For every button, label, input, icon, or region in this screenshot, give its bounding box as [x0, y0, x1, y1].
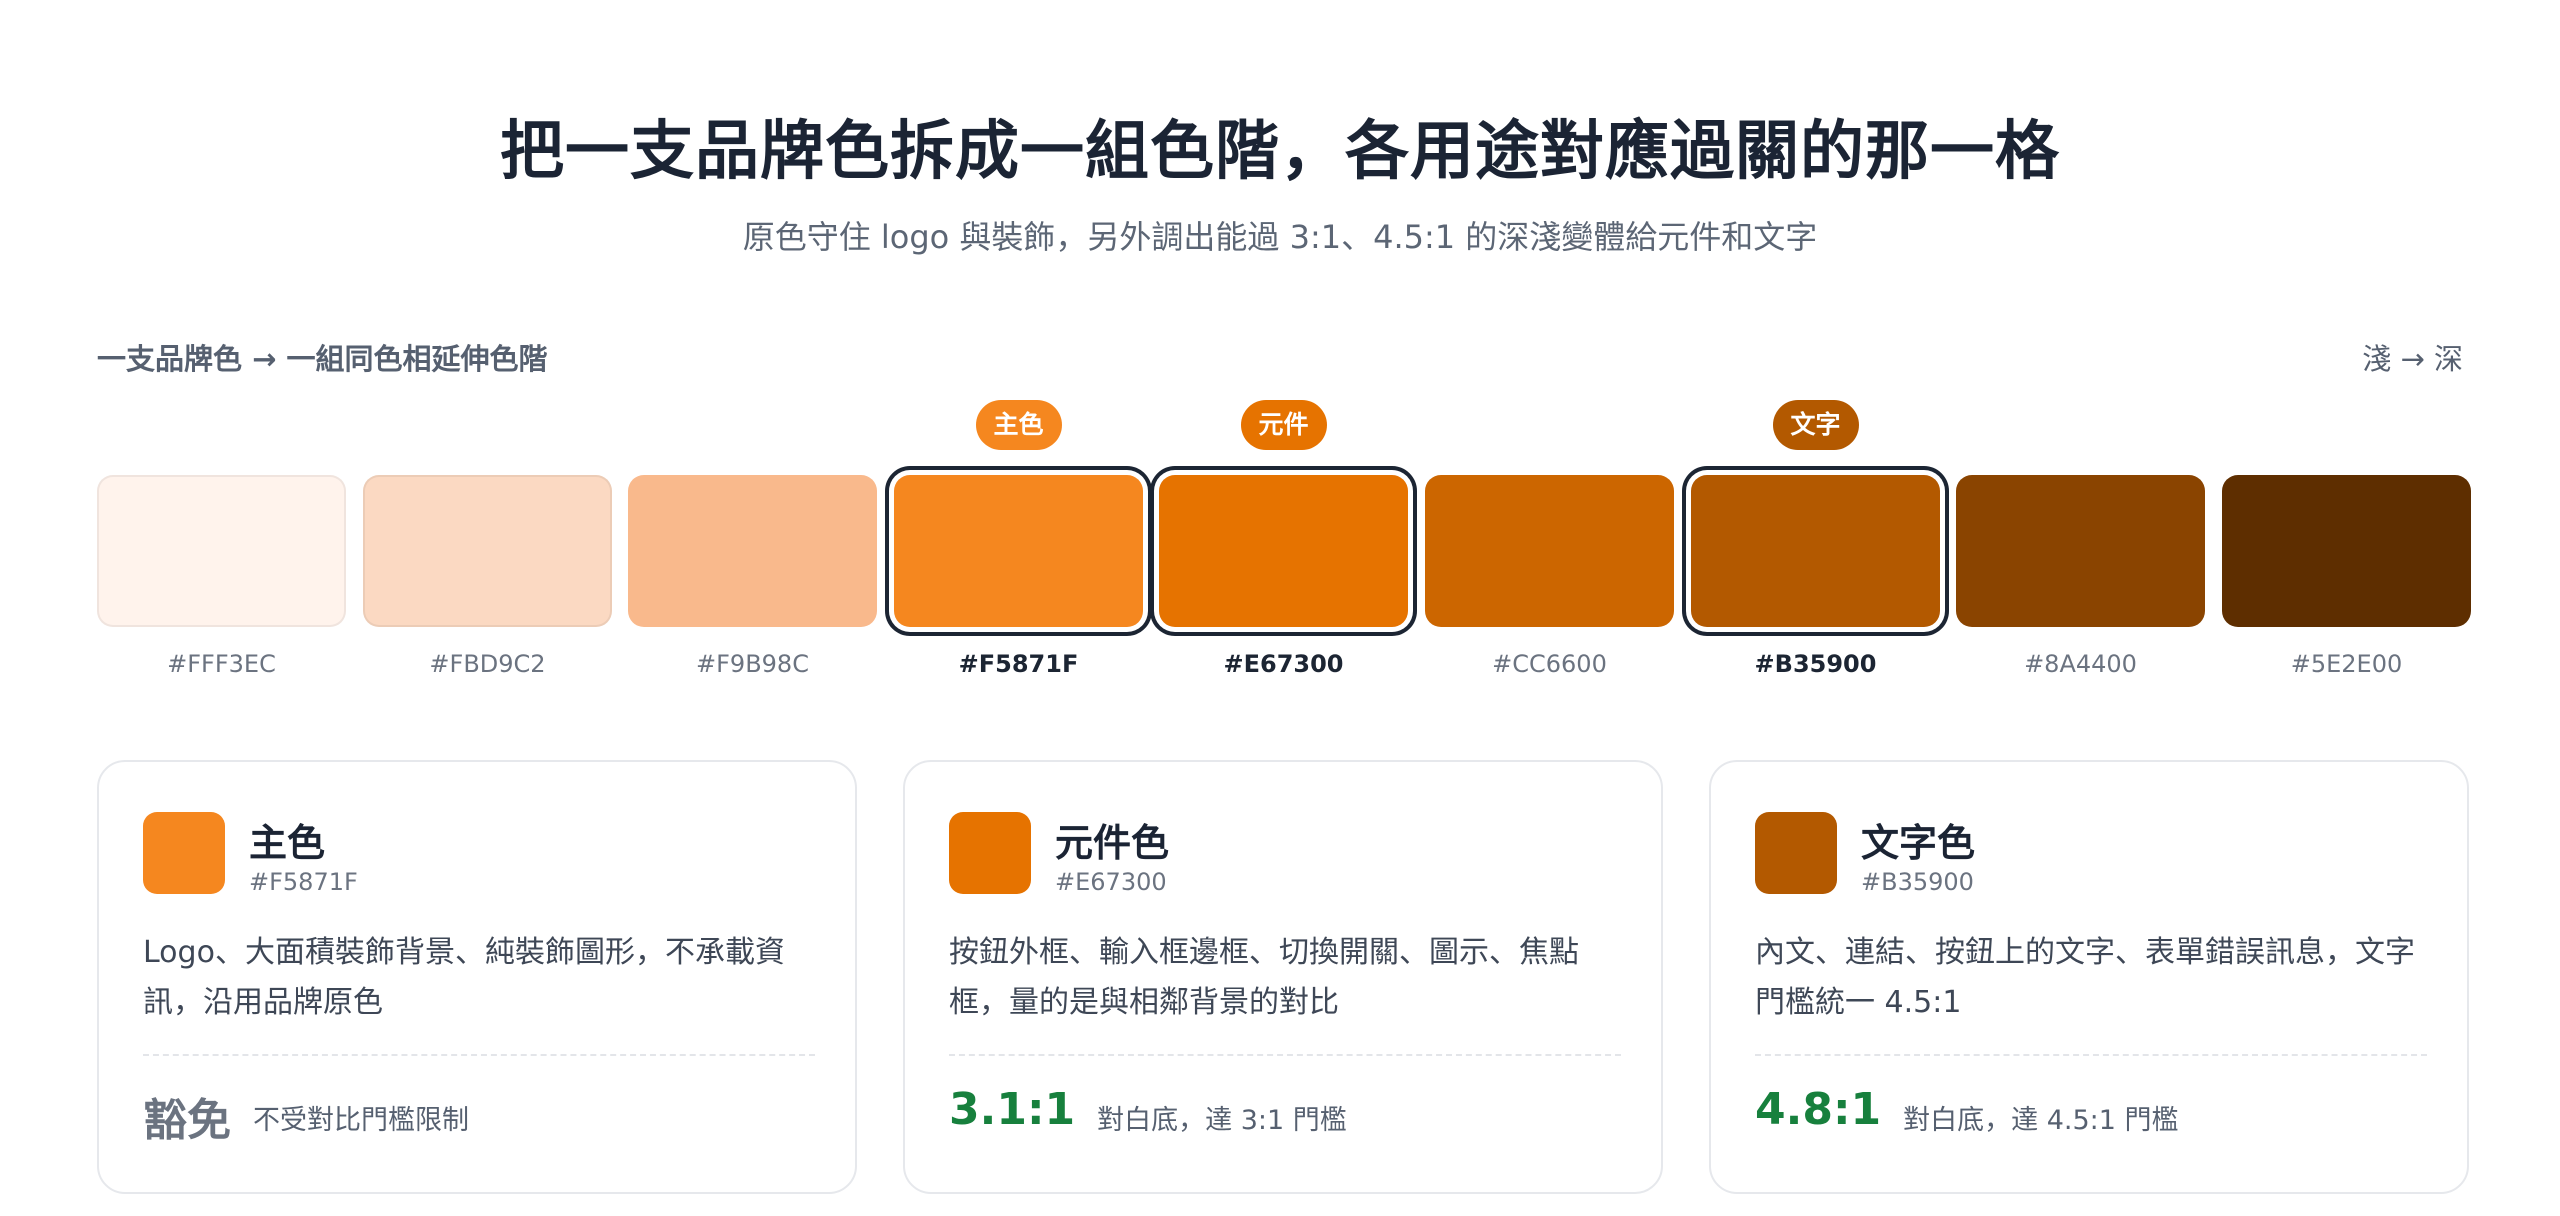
card-divider — [143, 1054, 815, 1056]
card-title: 主色 — [249, 821, 326, 865]
card-divider — [1755, 1054, 2427, 1056]
scale-label: 一支品牌色 → 一組同色相延伸色階 — [97, 342, 548, 376]
usage-card: 元件色 #E67300 按鈕外框、輸入框邊框、切換開關、圖示、焦點框，量的是與相鄰背… — [903, 760, 1663, 1194]
swatch-column: 元件 #E67300 — [1159, 400, 1408, 690]
color-swatch — [363, 475, 612, 627]
page: 把一支品牌色拆成一組色階，各用途對應過關的那一格 原色守住 logo 與裝飾，另… — [0, 0, 2560, 1216]
card-description: 按鈕外框、輸入框邊框、切換開關、圖示、焦點框，量的是與相鄰背景的對比 — [949, 935, 1579, 1020]
card-hex-label: #F5871F — [249, 868, 358, 896]
swatch-column: #CC6600 — [1425, 400, 1674, 690]
usage-card: 主色 #F5871F Logo、大面積裝飾背景、純裝飾圖形，不承載資訊，沿用品牌原色… — [97, 760, 857, 1194]
swatch-column: 主色 #F5871F — [894, 400, 1143, 690]
swatch-hex-label: #CC6600 — [1492, 650, 1607, 678]
contrast-ratio: 4.8:1 — [1755, 1084, 1882, 1135]
contrast-ratio: 豁免 — [143, 1095, 231, 1146]
color-swatch — [2222, 475, 2471, 627]
swatch-hex-label: #8A4400 — [2024, 650, 2137, 678]
card-title: 元件色 — [1055, 821, 1170, 865]
swatch-hex-label: #E67300 — [1223, 650, 1344, 678]
scale-direction-label: 淺 → 深 — [2362, 342, 2463, 376]
swatch-column: #8A4400 — [1956, 400, 2205, 690]
swatch-hex-label: #B35900 — [1754, 650, 1877, 678]
card-description: 內文、連結、按鈕上的文字、表單錯誤訊息，文字門檻統一 4.5:1 — [1755, 935, 2415, 1020]
role-badge: 主色 — [975, 400, 1062, 450]
role-badge: 文字 — [1772, 400, 1859, 450]
color-swatch — [1159, 475, 1408, 627]
color-swatch — [1425, 475, 1674, 627]
color-swatch — [1956, 475, 2205, 627]
page-subtitle: 原色守住 logo 與裝飾，另外調出能過 3:1、4.5:1 的深淺變體給元件和… — [742, 218, 1818, 256]
card-title: 文字色 — [1861, 821, 1976, 865]
card-hex-label: #E67300 — [1055, 868, 1167, 896]
swatch-hex-label: #F5871F — [958, 650, 1079, 678]
color-swatch — [97, 475, 346, 627]
swatch-hex-label: #5E2E00 — [2290, 650, 2403, 678]
swatch-hex-label: #F9B98C — [696, 650, 809, 678]
card-color-chip — [143, 812, 225, 894]
contrast-note: 不受對比門檻限制 — [253, 1105, 469, 1136]
swatch-column: 文字 #B35900 — [1691, 400, 1940, 690]
swatch-column: #FFF3EC — [97, 400, 346, 690]
color-swatch — [894, 475, 1143, 627]
color-swatch — [1691, 475, 1940, 627]
card-description: Logo、大面積裝飾背景、純裝飾圖形，不承載資訊，沿用品牌原色 — [143, 935, 785, 1020]
color-swatch — [628, 475, 877, 627]
color-scale: #FFF3EC #FBD9C2 #F9B98C 主色 #F5871F 元件 #E67300 #… — [97, 400, 2471, 690]
contrast-note: 對白底，達 4.5:1 門檻 — [1903, 1105, 2179, 1136]
swatch-column: #F9B98C — [628, 400, 877, 690]
swatch-column: #5E2E00 — [2222, 400, 2471, 690]
swatch-hex-label: #FFF3EC — [167, 650, 276, 678]
swatch-hex-label: #FBD9C2 — [429, 650, 546, 678]
contrast-ratio: 3.1:1 — [949, 1084, 1076, 1135]
card-color-chip — [1755, 812, 1837, 894]
usage-card: 文字色 #B35900 內文、連結、按鈕上的文字、表單錯誤訊息，文字門檻統一 4.5… — [1709, 760, 2469, 1194]
contrast-note: 對白底，達 3:1 門檻 — [1097, 1105, 1347, 1136]
role-badge: 元件 — [1240, 400, 1327, 450]
page-title: 把一支品牌色拆成一組色階，各用途對應過關的那一格 — [500, 115, 2060, 189]
card-color-chip — [949, 812, 1031, 894]
swatch-column: #FBD9C2 — [363, 400, 612, 690]
card-divider — [949, 1054, 1621, 1056]
card-hex-label: #B35900 — [1861, 868, 1974, 896]
